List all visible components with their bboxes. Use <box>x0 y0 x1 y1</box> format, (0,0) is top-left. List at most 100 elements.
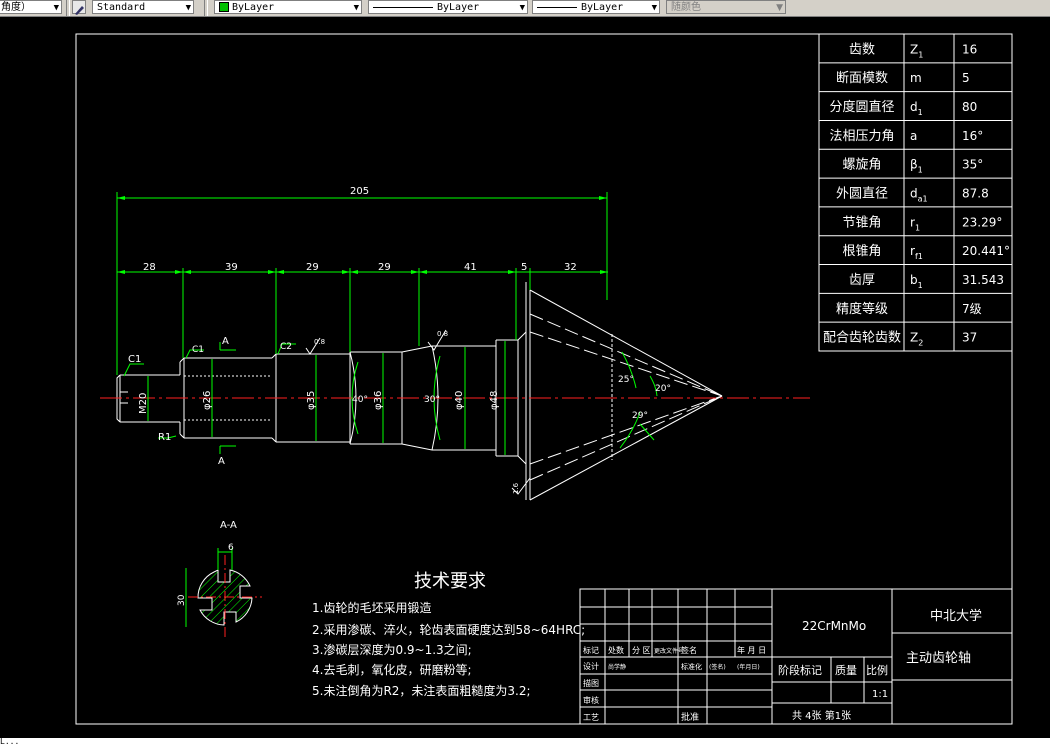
section-title: A-A <box>220 520 237 531</box>
toolbar: 角度） ▼ Standard ▼ ByLayer ▼ ByLayer ▼ ByLayer… <box>0 0 1050 17</box>
dimension-texts: 205 28 39 29 29 41 5 32 M20 φ26 φ35 φ36 … <box>128 186 671 494</box>
dim-seg-5: 41 <box>464 262 477 273</box>
title-block-texts: 22CrMnMo 中北大学 主动齿轮轴 标记 处数 分 区 更改文件号 签名 年… <box>583 608 982 723</box>
plot-style-select[interactable]: 随颜色 ▼ <box>666 0 786 14</box>
param-name: 螺旋角 <box>842 158 881 173</box>
dimension-arrows <box>117 196 608 274</box>
dim-d1: M20 <box>138 393 149 414</box>
dim-seg-7: 32 <box>564 262 577 273</box>
row-check: 审核 <box>583 695 599 705</box>
plot-style-value: 随颜色 <box>671 2 701 13</box>
dim-d6: φ48 <box>489 391 500 410</box>
chevron-down-icon[interactable]: ▼ <box>186 1 191 13</box>
dim-style-select[interactable]: 角度） ▼ <box>0 0 62 14</box>
header-mark: 标记 <box>583 645 599 655</box>
param-symbol-sub: a1 <box>918 195 928 204</box>
param-name: 法相压力角 <box>829 129 894 144</box>
param-symbol-sub: 1 <box>915 223 920 232</box>
section-width: 6 <box>228 543 234 553</box>
roughness-value-3: 1.6 <box>512 482 520 494</box>
chevron-down-icon[interactable]: ▼ <box>354 1 359 13</box>
param-value: 20.441° <box>962 244 1010 258</box>
param-value: 37 <box>962 331 977 345</box>
lineweight-value: ByLayer <box>581 2 624 13</box>
param-name: 断面模数 <box>836 71 888 86</box>
chevron-down-icon[interactable]: ▼ <box>652 1 657 13</box>
param-name: 节锥角 <box>842 215 881 230</box>
param-value: 23.29° <box>962 215 1002 229</box>
dim-d4: φ36 <box>373 391 384 410</box>
param-name: 分度圆直径 <box>829 99 894 115</box>
dim-seg-4: 29 <box>378 262 391 273</box>
param-value: 16 <box>962 42 977 56</box>
text-style-select[interactable]: Standard ▼ <box>92 0 194 14</box>
chevron-down-icon[interactable]: ▼ <box>520 1 525 13</box>
stage-label: 阶段标记 <box>778 663 822 677</box>
separator <box>66 0 70 16</box>
separator <box>204 0 208 16</box>
param-name: 精度等级 <box>836 301 888 317</box>
dim-d2: φ26 <box>202 391 213 410</box>
linetype-sample-icon <box>373 6 433 8</box>
dim-total: 205 <box>350 186 369 197</box>
radius-r1: R1 <box>158 432 171 443</box>
school-name: 中北大学 <box>930 608 982 624</box>
dim-seg-1: 28 <box>143 262 156 273</box>
section-mark-top: A <box>222 336 229 347</box>
drawing-canvas[interactable]: 205 28 39 29 29 41 5 32 M20 φ26 φ35 φ36 … <box>0 17 1050 738</box>
tech-requirements: 技术要求 1.齿轮的毛坯采用锻造 2.采用渗碳、淬火，轮齿表面硬度达到58~64… <box>312 571 585 698</box>
linetype-value: ByLayer <box>437 2 480 13</box>
param-name: 外圆直径 <box>836 187 888 202</box>
dim-style-value: 角度） <box>1 2 31 13</box>
chevron-down-icon[interactable]: ▼ <box>776 1 783 13</box>
param-symbol-sub: f1 <box>915 252 923 261</box>
dim-seg-2: 39 <box>225 262 238 273</box>
sheet-count: 共 4张 第1张 <box>792 709 851 722</box>
command-text: L... <box>0 738 20 746</box>
section-height: 30 <box>177 594 187 606</box>
date-placeholder: (年月日) <box>737 663 760 671</box>
header-doc: 更改文件号 <box>654 647 684 655</box>
param-symbol-sub: 1 <box>918 50 923 59</box>
designer: 尚学静 <box>608 663 626 671</box>
lineweight-sample-icon <box>537 6 577 8</box>
row-standard: 标准化 <box>681 662 702 671</box>
chamfer-c1-mid: C1 <box>192 345 204 355</box>
param-value: 31.543 <box>962 273 1004 287</box>
command-line[interactable]: L... <box>0 738 1050 746</box>
dim-angle-25: 25° <box>618 375 634 385</box>
layer-color-select[interactable]: ByLayer ▼ <box>214 0 362 14</box>
scale-label: 比例 <box>866 663 888 677</box>
layer-color-value: ByLayer <box>232 2 275 13</box>
chamfer-c2: C2 <box>280 342 292 352</box>
param-symbol-sub: 2 <box>918 339 923 348</box>
scale-value: 1:1 <box>872 689 888 700</box>
header-date: 年 月 日 <box>737 645 766 655</box>
part-name: 主动齿轮轴 <box>906 651 971 666</box>
param-name: 根锥角 <box>842 244 881 259</box>
param-name: 配合齿轮齿数 <box>823 331 901 346</box>
roughness-value-2: 0.8 <box>437 330 448 338</box>
text-style-icon[interactable] <box>72 0 86 15</box>
row-design: 设计 <box>583 661 599 671</box>
linetype-select[interactable]: ByLayer ▼ <box>368 0 528 14</box>
param-value: 7级 <box>962 302 982 316</box>
param-value: 5 <box>962 71 970 85</box>
dim-d3: φ35 <box>306 391 317 410</box>
material: 22CrMnMo <box>802 619 866 633</box>
dim-d5: φ40 <box>454 391 465 410</box>
tech-line: 5.未注倒角为R2，未注表面粗糙度为3.2; <box>312 683 531 698</box>
header-zone: 分 区 <box>632 646 651 655</box>
sign-placeholder: (签名) <box>709 663 726 671</box>
tech-line: 4.去毛刺，氧化皮，研磨粉等; <box>312 663 472 677</box>
chevron-down-icon[interactable]: ▼ <box>54 1 59 13</box>
dim-seg-6: 5 <box>521 262 527 273</box>
section-view: A-A 6 30 <box>177 520 262 640</box>
dim-angle-20: 20° <box>655 384 671 394</box>
lineweight-select[interactable]: ByLayer ▼ <box>532 0 660 14</box>
header-sign: 签名 <box>681 645 697 655</box>
dim-angle-29: 29° <box>632 411 648 421</box>
chamfer-c1-left: C1 <box>128 354 141 365</box>
param-symbol-sub: 1 <box>918 166 923 175</box>
param-name: 齿厚 <box>849 273 875 288</box>
